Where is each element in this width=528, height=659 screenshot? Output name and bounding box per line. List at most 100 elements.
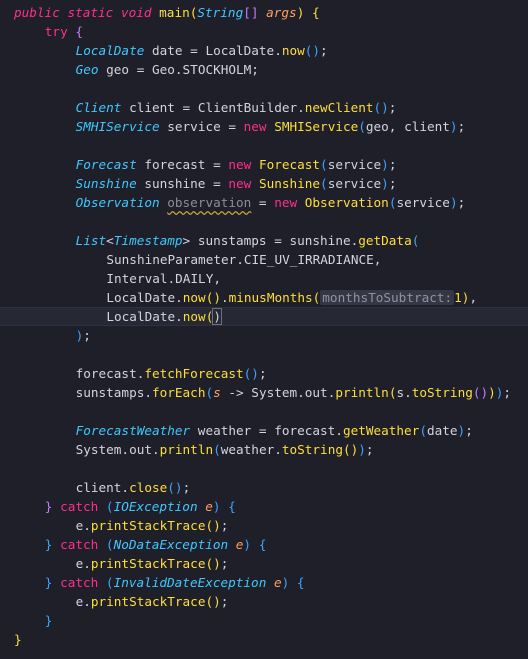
code-token: { [296,575,305,590]
code-token: printStackTrace [90,556,206,571]
code-token: client. [75,480,130,495]
code-token: Forecast [75,157,137,172]
code-line[interactable]: Client client = ClientBuilder.newClient(… [0,98,528,117]
indent-guide [47,478,48,497]
code-line[interactable]: } catch (IOException e) { [0,497,528,516]
indent-guide [47,98,48,117]
code-text: sunstamps.forEach(s -> System.out.printl… [76,383,511,402]
indent-guide [47,592,48,611]
code-line[interactable]: public static void main(String[] args) { [0,3,528,22]
code-line[interactable] [0,459,528,478]
code-token: ) [243,537,252,552]
code-token: geo, client [365,119,450,134]
code-editor[interactable]: public static void main(String[] args) {… [0,0,528,659]
code-line[interactable]: Sunshine sunshine = new Sunshine(service… [0,174,528,193]
code-line[interactable] [0,79,528,98]
code-line[interactable] [0,345,528,364]
code-line[interactable] [0,136,528,155]
code-token: ) [358,442,366,457]
indent-guide [47,41,48,60]
indent-guide [17,98,18,117]
indent-guide [17,573,18,592]
code-line[interactable]: e.printStackTrace(); [0,592,528,611]
code-token: SMHIService [75,119,160,134]
code-token: = [251,195,275,210]
code-token: () [167,480,183,495]
code-line[interactable] [0,402,528,421]
code-text: client.close(); [76,478,191,497]
code-line[interactable]: ); [0,326,528,345]
code-token: toString [281,442,343,457]
indent-guide [17,478,18,497]
code-token: new [274,195,298,210]
indent-guide [17,345,18,364]
code-line[interactable]: e.printStackTrace(); [0,516,528,535]
indent-guide [17,535,18,554]
code-line[interactable]: List<Timestamp> sunstamps = sunshine.get… [0,231,528,250]
code-token: ( [419,423,427,438]
code-token: getData [358,233,412,248]
indent-guide [47,136,48,155]
code-text: try { [45,22,83,41]
code-line[interactable]: Forecast forecast = new Forecast(service… [0,155,528,174]
code-text: LocalDate.now().minusMonths(monthsToSubt… [106,288,477,307]
code-line[interactable]: } [0,611,528,630]
indent-guide [17,402,18,421]
code-token: . [220,290,229,305]
code-token: Geo [75,62,99,77]
code-token: weather = forecast. [190,423,343,438]
code-line[interactable]: } catch (NoDataException e) { [0,535,528,554]
code-line[interactable]: LocalDate date = LocalDate.now(); [0,41,528,60]
code-text: e.printStackTrace(); [76,554,229,573]
code-line[interactable]: LocalDate.now() [0,307,528,326]
code-line[interactable]: SunshineParameter.CIE_UV_IRRADIANCE, [0,250,528,269]
code-token: newClient [304,100,374,115]
indent-guide [47,402,48,421]
code-line[interactable]: Geo geo = Geo.STOCKHOLM; [0,60,528,79]
indent-guide [17,459,18,478]
code-token: { [228,499,236,514]
code-token: fetchForecast [144,366,244,381]
code-token: ) [488,385,496,400]
indent-guide [47,459,48,478]
indent-guide [47,212,48,231]
code-token: e. [75,518,91,533]
code-line[interactable]: try { [0,22,528,41]
code-token: service = [159,119,244,134]
indent-guide [17,364,18,383]
code-token: e. [75,594,91,609]
code-line[interactable]: } [0,630,528,649]
code-text: } [14,630,22,649]
code-line[interactable]: SMHIService service = new SMHIService(ge… [0,117,528,136]
code-token: now [182,290,206,305]
code-token: new [228,176,252,191]
code-line[interactable]: LocalDate.now().minusMonths(monthsToSubt… [0,288,528,307]
code-token: ( [105,537,114,552]
code-token: () [342,442,359,457]
code-token: () [205,556,221,571]
code-line[interactable]: Interval.DAILY, [0,269,528,288]
code-token: () [205,518,221,533]
code-token: main [159,5,190,20]
code-token: ; [320,43,328,58]
indent-guide [17,41,18,60]
code-line[interactable]: } catch (InvalidDateException e) { [0,573,528,592]
indent-guide [47,421,48,440]
code-text: Observation observation = new Observatio… [76,193,466,212]
code-text: } catch (IOException e) { [45,497,236,516]
code-token: , [469,290,478,305]
code-line[interactable]: System.out.println(weather.toString()); [0,440,528,459]
indent-guide [47,308,48,327]
code-line[interactable]: e.printStackTrace(); [0,554,528,573]
code-line[interactable] [0,212,528,231]
indent-guide [17,440,18,459]
code-line[interactable]: ForecastWeather weather = forecast.getWe… [0,421,528,440]
code-token: > sunstamps = sunshine. [182,233,359,248]
code-line[interactable]: forecast.fetchForecast(); [0,364,528,383]
code-line[interactable]: Observation observation = new Observatio… [0,193,528,212]
code-line[interactable]: client.close(); [0,478,528,497]
code-token: SMHIService [274,119,359,134]
indent-guide [17,22,18,41]
code-line[interactable]: sunstamps.forEach(s -> System.out.printl… [0,383,528,402]
